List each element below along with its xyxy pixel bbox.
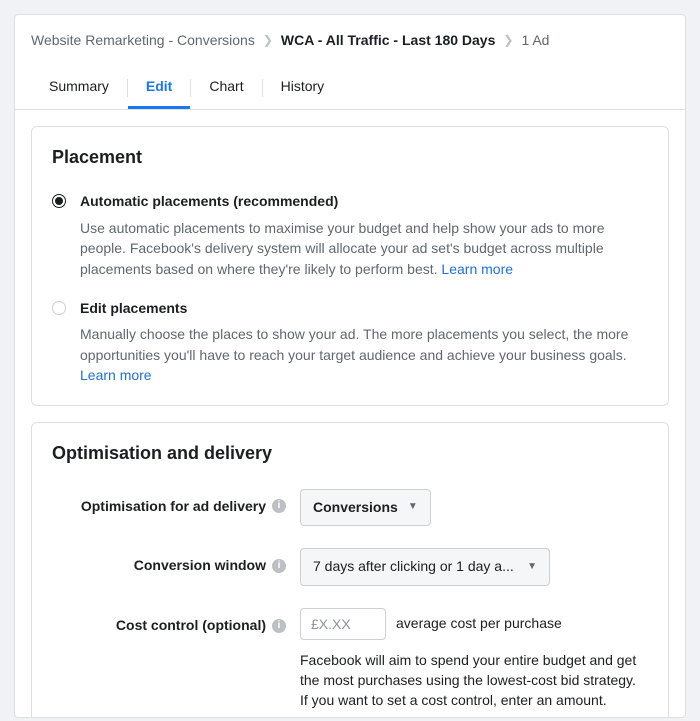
radio-edit-desc: Manually choose the places to show your …: [80, 324, 648, 385]
label-ad-delivery-text: Optimisation for ad delivery: [81, 497, 266, 517]
control-conversion-window: 7 days after clicking or 1 day a... ▼: [300, 548, 648, 586]
placement-card: Placement Automatic placements (recommen…: [31, 126, 669, 406]
row-ad-delivery: Optimisation for ad delivery i Conversio…: [52, 489, 648, 527]
info-icon[interactable]: i: [272, 559, 286, 573]
row-cost-control: Cost control (optional) i average cost p…: [52, 608, 648, 711]
learn-more-link[interactable]: Learn more: [441, 261, 513, 277]
label-cost-control-text: Cost control (optional): [116, 616, 266, 636]
tab-bar: Summary Edit Chart History: [15, 51, 685, 111]
radio-edit-desc-text: Manually choose the places to show your …: [80, 326, 628, 362]
label-cost-control: Cost control (optional) i: [52, 608, 300, 636]
radio-body: Automatic placements (recommended) Use a…: [80, 192, 648, 278]
radio-edit[interactable]: [52, 301, 66, 315]
select-ad-delivery[interactable]: Conversions ▼: [300, 489, 431, 527]
tab-edit[interactable]: Edit: [128, 69, 190, 110]
placement-title: Placement: [52, 145, 648, 170]
radio-auto[interactable]: [52, 194, 66, 208]
select-conversion-window-value: 7 days after clicking or 1 day a...: [313, 557, 514, 577]
control-cost-control: average cost per purchase Facebook will …: [300, 608, 648, 711]
breadcrumb: Website Remarketing - Conversions ❯ WCA …: [15, 15, 685, 51]
optimisation-title: Optimisation and delivery: [52, 441, 648, 466]
info-icon[interactable]: i: [272, 499, 286, 513]
radio-body: Edit placements Manually choose the plac…: [80, 299, 648, 385]
info-icon[interactable]: i: [272, 619, 286, 633]
tab-history[interactable]: History: [263, 69, 343, 110]
radio-edit-label: Edit placements: [80, 299, 648, 319]
chevron-down-icon: ▼: [527, 560, 537, 574]
cost-control-helper: Facebook will aim to spend your entire b…: [300, 650, 640, 711]
radio-auto-desc: Use automatic placements to maximise you…: [80, 218, 648, 279]
breadcrumb-adset[interactable]: WCA - All Traffic - Last 180 Days: [281, 31, 495, 51]
select-ad-delivery-value: Conversions: [313, 498, 398, 518]
control-ad-delivery: Conversions ▼: [300, 489, 648, 527]
chevron-down-icon: ▼: [408, 500, 418, 514]
radio-auto-desc-text: Use automatic placements to maximise you…: [80, 220, 605, 277]
label-conversion-window: Conversion window i: [52, 548, 300, 576]
chevron-right-icon: ❯: [261, 32, 275, 49]
breadcrumb-campaign[interactable]: Website Remarketing - Conversions: [31, 31, 255, 51]
label-ad-delivery: Optimisation for ad delivery i: [52, 489, 300, 517]
tab-summary[interactable]: Summary: [31, 69, 127, 110]
label-conversion-window-text: Conversion window: [134, 556, 266, 576]
learn-more-link[interactable]: Learn more: [80, 367, 152, 383]
select-conversion-window[interactable]: 7 days after clicking or 1 day a... ▼: [300, 548, 550, 586]
editor-panel: Website Remarketing - Conversions ❯ WCA …: [14, 14, 686, 718]
placement-option-auto[interactable]: Automatic placements (recommended) Use a…: [52, 192, 648, 278]
placement-option-edit[interactable]: Edit placements Manually choose the plac…: [52, 299, 648, 385]
chevron-right-icon: ❯: [501, 32, 515, 49]
cost-control-suffix: average cost per purchase: [396, 614, 562, 634]
row-conversion-window: Conversion window i 7 days after clickin…: [52, 548, 648, 586]
radio-auto-label: Automatic placements (recommended): [80, 192, 648, 212]
optimisation-card: Optimisation and delivery Optimisation f…: [31, 422, 669, 716]
breadcrumb-ad[interactable]: 1 Ad: [521, 31, 549, 51]
cost-control-input[interactable]: [300, 608, 386, 640]
tab-chart[interactable]: Chart: [191, 69, 261, 110]
